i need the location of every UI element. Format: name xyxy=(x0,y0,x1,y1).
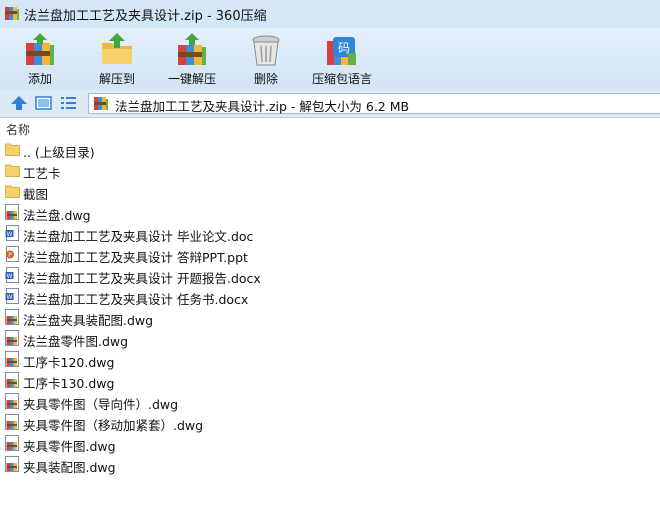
title-bar: 法兰盘加工工艺及夹具设计.zip - 360压缩 xyxy=(0,0,660,28)
archive-language-button[interactable]: 码 压缩包语言 xyxy=(306,30,378,90)
view-thumbnail-icon[interactable] xyxy=(34,94,54,112)
file-row[interactable]: 法兰盘.dwg xyxy=(0,202,660,223)
file-row[interactable]: 工序卡130.dwg xyxy=(0,370,660,391)
path-field[interactable]: 法兰盘加工工艺及夹具设计.zip - 解包大小为 6.2 MB xyxy=(88,93,660,114)
dwg-file-icon xyxy=(5,309,19,325)
delete-button[interactable]: 删除 xyxy=(238,30,294,90)
one-click-extract-button[interactable]: 一键解压 xyxy=(160,30,224,90)
file-name: 法兰盘加工工艺及夹具设计 答辩PPT.ppt xyxy=(23,250,248,265)
file-name: 截图 xyxy=(23,187,49,202)
file-name: 夹具零件图.dwg xyxy=(23,439,116,454)
dwg-file-icon xyxy=(5,330,19,346)
file-name: 法兰盘夹具装配图.dwg xyxy=(23,313,154,328)
file-name: 法兰盘加工工艺及夹具设计 任务书.docx xyxy=(23,292,249,307)
folder-row[interactable]: .. (上级目录) xyxy=(0,139,660,160)
folder-icon xyxy=(5,185,20,198)
svg-text:W: W xyxy=(7,231,13,238)
column-header-name[interactable]: 名称 xyxy=(6,121,30,138)
word-document-icon: W xyxy=(5,288,19,304)
file-name: 夹具零件图（导向件）.dwg xyxy=(23,397,179,412)
file-row[interactable]: 夹具零件图（移动加紧套）.dwg xyxy=(0,412,660,433)
dwg-file-icon xyxy=(5,435,19,451)
file-name: 法兰盘零件图.dwg xyxy=(23,334,129,349)
file-row[interactable]: W 法兰盘加工工艺及夹具设计 开题报告.docx xyxy=(0,265,660,286)
file-row[interactable]: W 法兰盘加工工艺及夹具设计 毕业论文.doc xyxy=(0,223,660,244)
address-bar: 法兰盘加工工艺及夹具设计.zip - 解包大小为 6.2 MB xyxy=(0,90,660,118)
file-name: 夹具零件图（移动加紧套）.dwg xyxy=(23,418,204,433)
file-row[interactable]: 工序卡120.dwg xyxy=(0,349,660,370)
file-row[interactable]: 法兰盘零件图.dwg xyxy=(0,328,660,349)
file-row[interactable]: W 法兰盘加工工艺及夹具设计 任务书.docx xyxy=(0,286,660,307)
file-name: 法兰盘加工工艺及夹具设计 开题报告.docx xyxy=(23,271,261,286)
svg-text:P: P xyxy=(8,252,12,259)
archive-language-label: 压缩包语言 xyxy=(311,72,372,86)
window-title: 法兰盘加工工艺及夹具设计.zip - 360压缩 xyxy=(24,9,267,24)
up-arrow-icon[interactable] xyxy=(9,94,29,112)
view-list-icon[interactable] xyxy=(58,94,78,112)
folder-row[interactable]: 截图 xyxy=(0,181,660,202)
powerpoint-file-icon: P xyxy=(6,246,19,262)
file-row[interactable]: 夹具装配图.dwg xyxy=(0,454,660,475)
add-button[interactable]: 添加 xyxy=(6,30,74,90)
zip-archive-icon xyxy=(94,97,108,110)
svg-text:W: W xyxy=(7,294,13,301)
svg-text:码: 码 xyxy=(338,41,350,55)
file-name: 工序卡130.dwg xyxy=(23,376,115,391)
word-document-icon: W xyxy=(5,225,19,241)
file-name: 法兰盘.dwg xyxy=(23,208,91,223)
dwg-file-icon xyxy=(5,393,19,409)
dwg-file-icon xyxy=(5,351,19,367)
file-row[interactable]: 夹具零件图（导向件）.dwg xyxy=(0,391,660,412)
dwg-file-icon xyxy=(5,372,19,388)
one-click-extract-icon xyxy=(178,33,206,65)
add-books-icon xyxy=(26,33,54,65)
folder-icon xyxy=(5,164,20,177)
one-click-extract-label: 一键解压 xyxy=(167,72,216,86)
toolbar: 添加 解压到 一键解压 删除 码 压缩包语言 xyxy=(0,28,660,90)
dwg-file-icon xyxy=(5,414,19,430)
file-row[interactable]: 夹具零件图.dwg xyxy=(0,433,660,454)
svg-text:W: W xyxy=(7,273,13,280)
add-label: 添加 xyxy=(27,72,52,86)
file-name: 夹具装配图.dwg xyxy=(23,460,116,475)
word-document-icon: W xyxy=(5,267,19,283)
file-name: .. (上级目录) xyxy=(23,145,95,160)
folder-icon xyxy=(5,143,20,156)
file-name: 工艺卡 xyxy=(23,166,61,181)
extract-to-label: 解压到 xyxy=(98,72,135,86)
extract-to-button[interactable]: 解压到 xyxy=(82,30,152,90)
dwg-file-icon xyxy=(5,204,19,220)
dwg-file-icon xyxy=(5,456,19,472)
trash-can-icon xyxy=(252,35,280,66)
list-header: 名称 xyxy=(0,118,660,138)
path-text: 法兰盘加工工艺及夹具设计.zip - 解包大小为 6.2 MB xyxy=(115,99,410,114)
folder-row[interactable]: 工艺卡 xyxy=(0,160,660,181)
file-list: .. (上级目录) 工艺卡截图法兰盘.dwg W 法兰盘加工工艺及夹具设计 毕业论文.… xyxy=(0,139,660,475)
file-row[interactable]: 法兰盘夹具装配图.dwg xyxy=(0,307,660,328)
file-row[interactable]: P 法兰盘加工工艺及夹具设计 答辩PPT.ppt xyxy=(0,244,660,265)
file-name: 法兰盘加工工艺及夹具设计 毕业论文.doc xyxy=(23,229,254,244)
file-name: 工序卡120.dwg xyxy=(23,355,115,370)
archive-app-icon xyxy=(5,7,19,20)
delete-label: 删除 xyxy=(253,72,278,86)
extract-to-icon xyxy=(102,33,132,64)
archive-language-icon: 码 xyxy=(327,37,356,65)
